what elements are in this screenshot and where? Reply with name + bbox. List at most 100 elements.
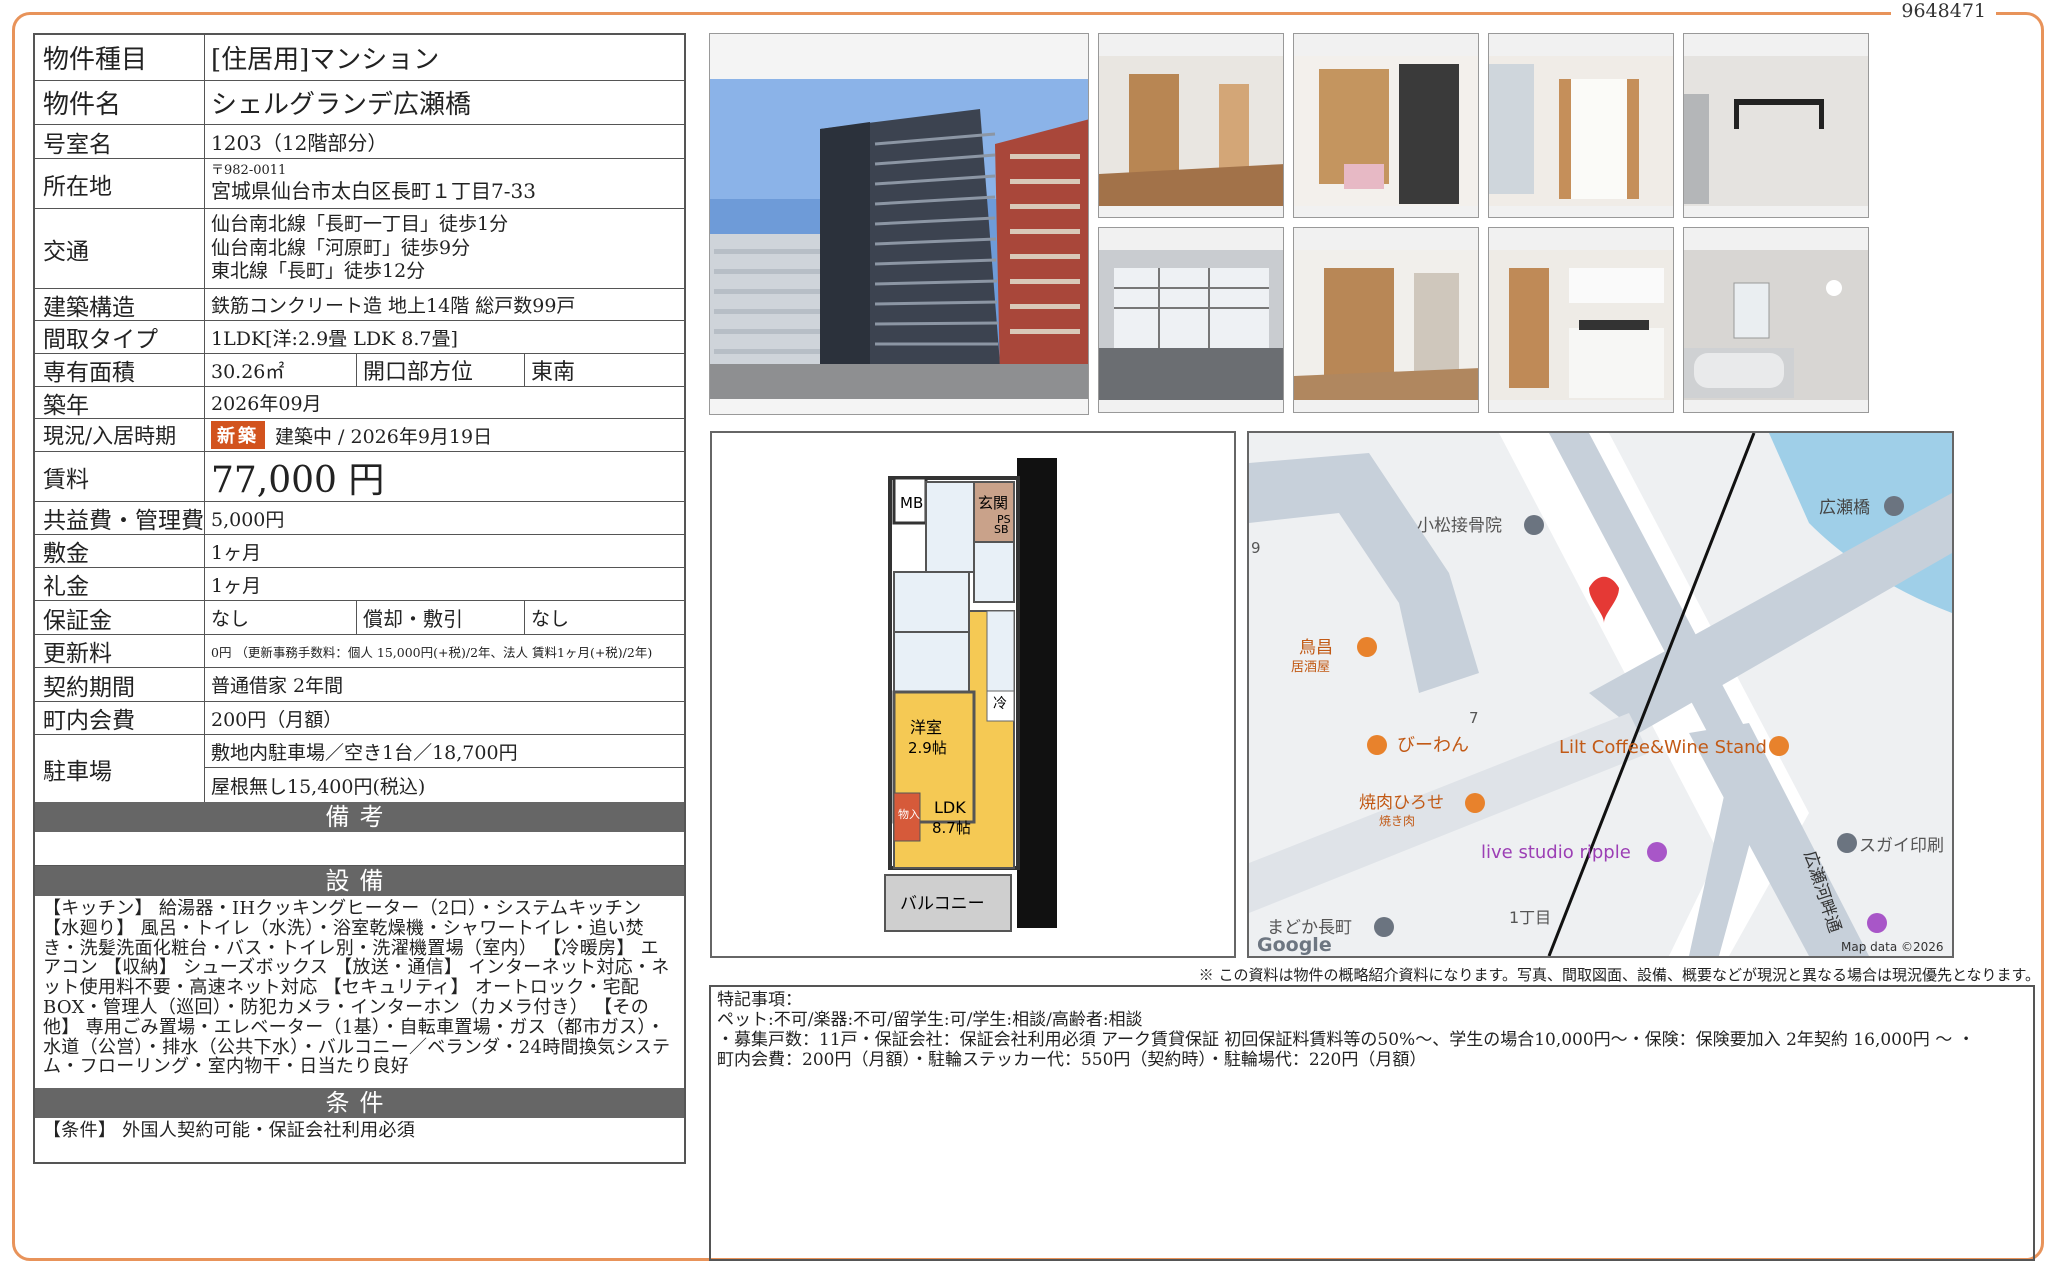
new-build-badge: 新築 [211, 421, 265, 449]
interior-photo-illustration [1294, 250, 1478, 400]
name-value: シェルグランデ広瀬橋 [211, 90, 472, 120]
parking-value-cell: 敷地内駐車場／空き1台／18,700円 屋根無し15,400円(税込) [205, 735, 684, 802]
row-name: 物件名 シェルグランデ広瀬橋 [35, 81, 684, 125]
row-room: 号室名 1203（12階部分） [35, 125, 684, 159]
fp-balcony-label: バルコニー [900, 894, 985, 914]
interior-photo-illustration [1489, 56, 1673, 206]
row-fee: 共益費・管理費 5,000円 [35, 502, 684, 535]
row-rent: 賃料 77,000 円 [35, 452, 684, 502]
row-type: 物件種目 [住居用]マンション [35, 35, 684, 81]
town-fee-value: 200円（月額） [211, 708, 343, 731]
fee-label: 共益費・管理費 [35, 502, 205, 534]
interior-photo-6 [1293, 227, 1479, 413]
map-lilt-label: Lilt Coffee&Wine Stand [1559, 737, 1767, 758]
fp-mb-label: MB [900, 494, 923, 512]
access-label: 交通 [35, 209, 205, 288]
parking-line-1: 敷地内駐車場／空き1台／18,700円 [205, 735, 684, 768]
built-value: 2026年09月 [211, 393, 322, 415]
parking-label: 駐車場 [35, 735, 205, 802]
row-status: 現況/入居時期 新築 建築中 / 2026年9月19日 [35, 419, 684, 452]
document-id: 9648471 [1891, 0, 1996, 22]
contract-label: 契約期間 [35, 668, 205, 701]
floor-plan-drawing: MB 玄関 SB PS 洋室 2.9帖 LDK 8.7帖 冷 物入 バルコニー [832, 433, 1117, 956]
area-label: 専有面積 [35, 354, 205, 386]
disclaimer-note: ※ この資料は物件の概略紹介資料になります。写真、間取図面、設備、概要などが現況… [1198, 966, 2040, 984]
guarantee-label: 保証金 [35, 601, 205, 634]
interior-photo-illustration [1684, 56, 1868, 206]
map-sugai-label: スガイ印刷 [1859, 836, 1944, 856]
rent-label: 賃料 [35, 452, 205, 501]
status-label: 現況/入居時期 [35, 419, 205, 451]
map-google-logo: Google [1257, 934, 1332, 956]
structure-label: 建築構造 [35, 289, 205, 321]
name-label: 物件名 [35, 81, 205, 124]
interior-photo-1 [1098, 33, 1284, 218]
type-label: 物件種目 [35, 35, 205, 80]
map-attribution: Map data ©2026 [1841, 940, 1944, 954]
row-contract: 契約期間 普通借家 2年間 [35, 668, 684, 702]
fp-entrance-label: 玄関 [978, 494, 1008, 512]
fp-ldk-size: 8.7帖 [932, 819, 971, 837]
conditions-text: 【条件】 外国人契約可能・保証会社利用必須 [43, 1120, 416, 1141]
area-value: 30.26㎡ [205, 354, 357, 386]
interior-photo-illustration [1294, 56, 1478, 206]
special-notes-line-3: 町内会費：200円（月額）・駐輪ステッカー代：550円（契約時）・駐輪場代：22… [717, 1049, 1427, 1070]
contract-value: 普通借家 2年間 [211, 675, 344, 697]
rent-value: 77,000 円 [211, 459, 385, 501]
built-label: 築年 [35, 387, 205, 419]
map-block-9: 9 [1251, 539, 1261, 557]
row-parking: 駐車場 敷地内駐車場／空き1台／18,700円 屋根無し15,400円(税込) [35, 735, 684, 802]
address-value-cell: 〒982-0011 宮城県仙台市太白区長町１丁目7-33 [205, 159, 684, 208]
map-komatsu-label: 小松接骨院 [1417, 516, 1502, 536]
floor-plan: MB 玄関 SB PS 洋室 2.9帖 LDK 8.7帖 冷 物入 バルコニー [710, 431, 1236, 958]
amortization-label: 償却・敷引 [357, 601, 525, 634]
amortization-value: なし [531, 608, 570, 630]
property-info-table: 物件種目 [住居用]マンション 物件名 シェルグランデ広瀬橋 号室名 1203（… [33, 33, 686, 1164]
interior-photo-2 [1293, 33, 1479, 218]
area-subcells: 30.26㎡ 開口部方位 東南 [205, 354, 684, 386]
type-value: [住居用]マンション [211, 45, 440, 75]
row-address: 所在地 〒982-0011 宮城県仙台市太白区長町１丁目7-33 [35, 159, 684, 209]
remarks-content [35, 832, 684, 866]
special-notes-line-2: ・募集戸数：11戸・保証会社：保証会社利用必須 アーク賃貸保証 初回保証料賃料等… [717, 1029, 1975, 1050]
row-deposit: 敷金 1ヶ月 [35, 535, 684, 568]
fp-fridge-label: 冷 [993, 696, 1007, 712]
address-zip: 〒982-0011 [211, 162, 287, 178]
guarantee-value: なし [205, 601, 357, 634]
room-label: 号室名 [35, 125, 205, 158]
layout-value: 1LDK[洋:2.9畳 LDK 8.7畳] [211, 327, 458, 350]
facilities-header: 設備 [35, 866, 684, 896]
access-line: 東北線「長町」徒歩12分 [211, 260, 426, 283]
interior-photo-illustration [1099, 250, 1283, 400]
fp-western-size: 2.9帖 [908, 739, 947, 757]
location-map: 小松接骨院 広瀬橋 鳥昌 居酒屋 びーわん Lilt Coffee&Wine S… [1247, 431, 1954, 958]
building-exterior-photo [709, 33, 1089, 415]
key-money-value: 1ヶ月 [211, 574, 262, 597]
fp-ps-label: PS [997, 513, 1011, 526]
map-yakiniku-sub: 焼き肉 [1379, 814, 1415, 828]
facilities-text: 【キッチン】 給湯器・IHクッキングヒーター（2口）・システムキッチン 【水廻り… [43, 898, 671, 1078]
access-line: 仙台南北線「河原町」徒歩9分 [211, 236, 471, 259]
row-layout: 間取タイプ 1LDK[洋:2.9畳 LDK 8.7畳] [35, 321, 684, 354]
map-block-7: 7 [1469, 709, 1479, 727]
interior-photo-8 [1683, 227, 1869, 413]
direction-label: 開口部方位 [357, 354, 525, 386]
structure-value: 鉄筋コンクリート造 地上14階 総戸数99戸 [211, 295, 576, 317]
map-hirosebashi-label: 広瀬橋 [1819, 498, 1870, 518]
status-value-cell: 新築 建築中 / 2026年9月19日 [205, 419, 684, 451]
fee-value: 5,000円 [211, 508, 285, 531]
guarantee-subcells: なし 償却・敷引 なし [205, 601, 684, 634]
map-izakaya-label: 居酒屋 [1291, 660, 1330, 675]
special-notes-box: 特記事項： ペット:不可/楽器:不可/留学生:可/学生:相談/高齢者:相談 ・募… [709, 985, 2035, 1261]
status-value: 建築中 / 2026年9月19日 [275, 425, 493, 448]
conditions-header: 条件 [35, 1088, 684, 1118]
special-notes-line-1: ペット:不可/楽器:不可/留学生:可/学生:相談/高齢者:相談 [717, 1009, 1143, 1030]
map-torimasa-label: 鳥昌 [1299, 638, 1333, 658]
interior-photo-illustration [1099, 56, 1283, 206]
interior-photo-7 [1488, 227, 1674, 413]
row-area: 専有面積 30.26㎡ 開口部方位 東南 [35, 354, 684, 387]
renewal-label: 更新料 [35, 635, 205, 667]
deposit-value: 1ヶ月 [211, 541, 262, 564]
direction-value: 東南 [531, 360, 576, 385]
access-line: 仙台南北線「長町一丁目」徒歩1分 [211, 212, 509, 235]
